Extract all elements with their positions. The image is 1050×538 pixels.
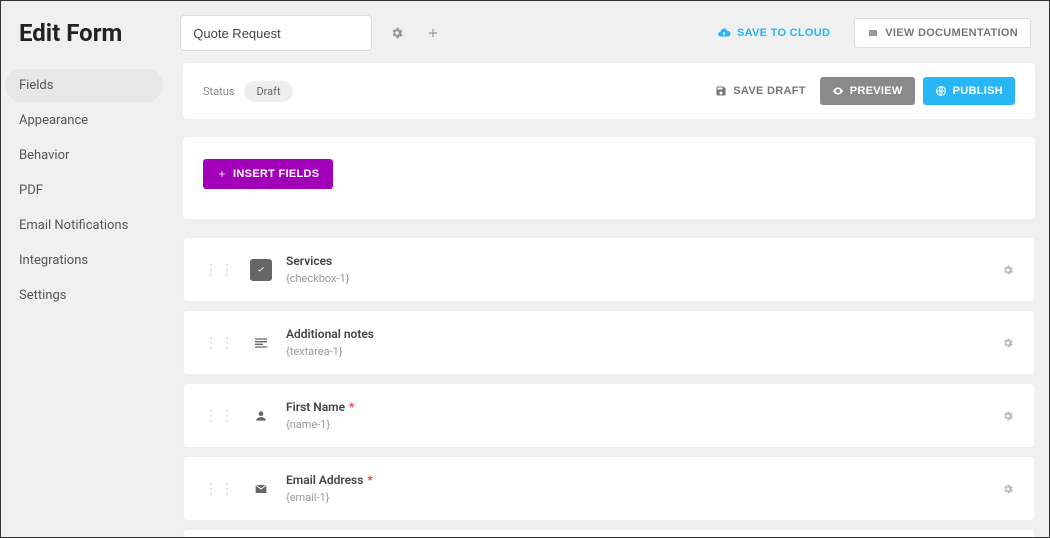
plus-icon[interactable] xyxy=(422,22,444,44)
save-draft-button[interactable]: SAVE DRAFT xyxy=(715,85,805,97)
main-content: Status Draft SAVE DRAFT PREVIEW xyxy=(171,59,1049,537)
insert-fields-button[interactable]: INSERT FIELDS xyxy=(203,159,333,189)
checkbox-icon xyxy=(250,259,272,281)
sidebar-item-integrations[interactable]: Integrations xyxy=(5,244,163,277)
textarea-icon xyxy=(250,332,272,354)
sidebar-item-settings[interactable]: Settings xyxy=(5,279,163,312)
sidebar-item-appearance[interactable]: Appearance xyxy=(5,104,163,137)
field-row[interactable]: ⋮⋮Phone Number*{phone-1} xyxy=(183,529,1035,537)
drag-handle-icon[interactable]: ⋮⋮ xyxy=(204,486,236,492)
publish-button[interactable]: PUBLISH xyxy=(923,77,1015,105)
field-label: First Name* xyxy=(286,400,988,414)
save-to-cloud-label: SAVE TO CLOUD xyxy=(737,27,830,39)
publish-label: PUBLISH xyxy=(953,85,1003,97)
form-name-input[interactable] xyxy=(180,15,372,51)
insert-fields-label: INSERT FIELDS xyxy=(233,168,319,180)
field-label: Additional notes xyxy=(286,327,988,341)
view-documentation-label: VIEW DOCUMENTATION xyxy=(885,27,1018,39)
field-settings-icon[interactable] xyxy=(1002,410,1014,422)
topbar: Edit Form SAVE TO CLOUD VIEW DOCUMENTATI… xyxy=(1,1,1049,59)
field-label: Email Address* xyxy=(286,473,988,487)
sidebar-item-email-notifications[interactable]: Email Notifications xyxy=(5,209,163,242)
fields-list: ⋮⋮ Services {checkbox-1} ⋮⋮ Additional notes… xyxy=(183,237,1035,537)
sidebar-item-behavior[interactable]: Behavior xyxy=(5,139,163,172)
field-settings-icon[interactable] xyxy=(1002,483,1014,495)
field-text: Services {checkbox-1} xyxy=(286,254,988,285)
gear-icon[interactable] xyxy=(386,22,408,44)
field-slug: {checkbox-1} xyxy=(286,272,988,285)
status-label: Status xyxy=(203,85,234,98)
drag-handle-icon[interactable]: ⋮⋮ xyxy=(204,267,236,273)
eye-icon xyxy=(832,85,844,97)
field-slug: {email-1} xyxy=(286,491,988,504)
field-row[interactable]: ⋮⋮ Email Address* {email-1} xyxy=(183,456,1035,521)
save-icon xyxy=(715,85,727,97)
field-label: Services xyxy=(286,254,988,268)
field-slug: {name-1} xyxy=(286,418,988,431)
field-slug: {textarea-1} xyxy=(286,345,988,358)
field-settings-icon[interactable] xyxy=(1002,337,1014,349)
view-documentation-button[interactable]: VIEW DOCUMENTATION xyxy=(854,18,1031,48)
field-row[interactable]: ⋮⋮ Services {checkbox-1} xyxy=(183,237,1035,302)
drag-handle-icon[interactable]: ⋮⋮ xyxy=(204,413,236,419)
sidebar-item-fields[interactable]: Fields xyxy=(5,69,163,102)
save-draft-label: SAVE DRAFT xyxy=(733,85,805,97)
field-text: Additional notes {textarea-1} xyxy=(286,327,988,358)
preview-button[interactable]: PREVIEW xyxy=(820,77,915,105)
save-to-cloud-button[interactable]: SAVE TO CLOUD xyxy=(707,20,840,46)
sidebar: FieldsAppearanceBehaviorPDFEmail Notific… xyxy=(1,59,171,537)
status-badge: Draft xyxy=(244,81,292,102)
drag-handle-icon[interactable]: ⋮⋮ xyxy=(204,340,236,346)
page-title: Edit Form xyxy=(19,19,122,47)
field-settings-icon[interactable] xyxy=(1002,264,1014,276)
plus-icon xyxy=(217,169,227,179)
globe-icon xyxy=(935,85,947,97)
statusbar: Status Draft SAVE DRAFT PREVIEW xyxy=(183,63,1035,119)
field-text: Email Address* {email-1} xyxy=(286,473,988,504)
envelope-icon xyxy=(250,478,272,500)
preview-label: PREVIEW xyxy=(850,85,903,97)
sidebar-item-pdf[interactable]: PDF xyxy=(5,174,163,207)
person-icon xyxy=(250,405,272,427)
book-icon xyxy=(867,27,879,39)
field-row[interactable]: ⋮⋮ Additional notes {textarea-1} xyxy=(183,310,1035,375)
field-text: First Name* {name-1} xyxy=(286,400,988,431)
cloud-upload-icon xyxy=(717,26,731,40)
field-row[interactable]: ⋮⋮ First Name* {name-1} xyxy=(183,383,1035,448)
